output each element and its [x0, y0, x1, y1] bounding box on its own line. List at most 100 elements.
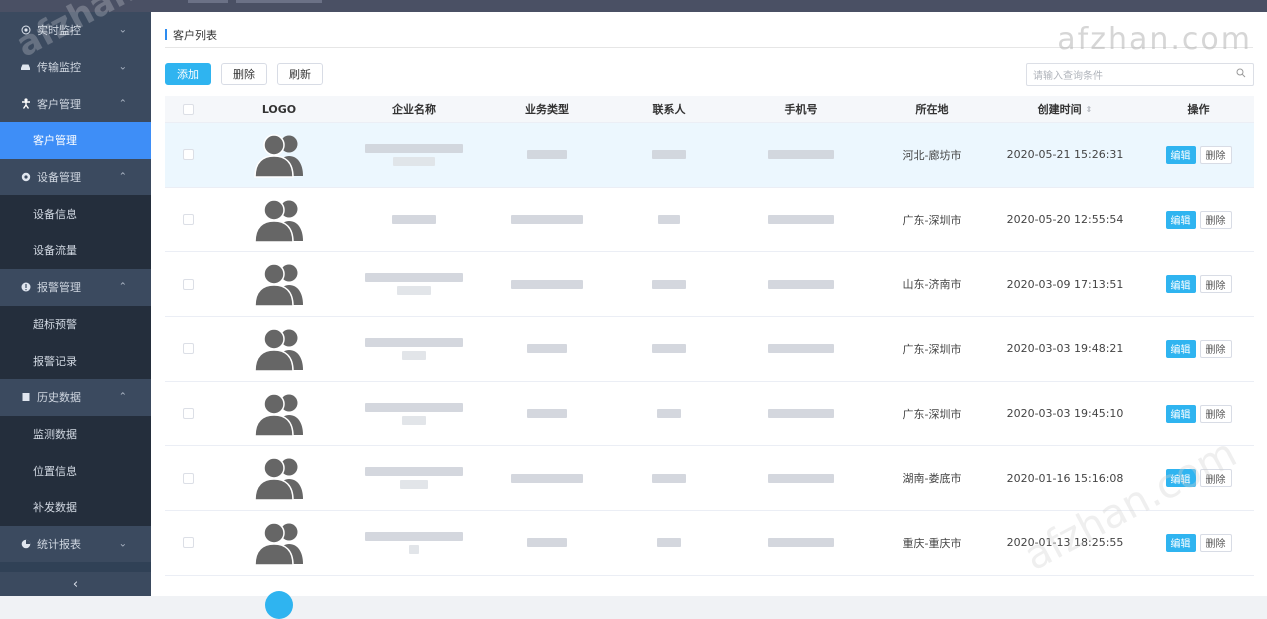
sort-icon[interactable]: ⇕ [1086, 105, 1093, 114]
sidebar-item[interactable]: 超标预警 [0, 305, 151, 343]
sidebar-group-6[interactable]: 统计报表 ⌄ [0, 525, 151, 563]
redacted-text [768, 344, 834, 354]
row-actions: 编辑 删除 [1143, 210, 1254, 229]
table-row[interactable]: 广东-深圳市 2020-03-03 19:48:21 编辑 删除 [165, 317, 1254, 382]
redacted-text [768, 150, 834, 160]
row-actions: 编辑 删除 [1143, 469, 1254, 488]
chevron-icon: ⌄ [118, 538, 127, 550]
business-type [481, 278, 613, 291]
sidebar-item[interactable]: 报警记录 [0, 342, 151, 379]
edit-button[interactable]: 编辑 [1165, 339, 1196, 358]
redacted-text [768, 215, 834, 225]
logo-avatar-icon [211, 132, 347, 178]
header-created[interactable]: 创建时间 ⇕ [987, 101, 1143, 117]
table-row[interactable]: 广东-深圳市 2020-05-20 12:55:54 编辑 删除 [165, 187, 1254, 253]
delete-row-button[interactable]: 删除 [1199, 275, 1232, 294]
redacted-text [392, 215, 436, 225]
delete-row-button[interactable]: 删除 [1199, 145, 1232, 164]
sidebar-group-label: 历史数据 [37, 391, 81, 405]
edit-button[interactable]: 编辑 [1165, 404, 1196, 423]
top-tab[interactable] [236, 0, 322, 3]
target-icon [20, 25, 31, 36]
row-checkbox[interactable] [182, 149, 194, 161]
redacted-text [365, 531, 463, 541]
sidebar-item[interactable]: 设备流量 [0, 232, 151, 269]
row-actions: 编辑 删除 [1143, 533, 1254, 552]
phone-number [725, 213, 877, 226]
add-button[interactable]: 添加 [165, 63, 211, 85]
contact-person [613, 536, 725, 549]
row-checkbox[interactable] [182, 408, 194, 420]
row-checkbox[interactable] [182, 278, 194, 290]
created-time: 2020-01-16 15:16:08 [1006, 471, 1124, 485]
sidebar-group-4[interactable]: 报警管理 ⌃ [0, 268, 151, 306]
logo-avatar-icon [211, 326, 347, 372]
edit-button[interactable]: 编辑 [1165, 145, 1196, 164]
collapse-sidebar-button[interactable]: ‹ [0, 572, 151, 596]
top-tab[interactable] [188, 0, 228, 3]
redacted-text [652, 344, 686, 354]
created-time: 2020-01-13 18:25:55 [1006, 536, 1124, 550]
sidebar-item[interactable]: 位置信息 [0, 452, 151, 489]
sidebar-group-5[interactable]: 历史数据 ⌃ [0, 378, 151, 416]
logo-avatar-icon [211, 391, 347, 437]
redacted-text [768, 279, 834, 289]
redacted-text [409, 544, 419, 554]
redacted-text [402, 415, 426, 425]
alert-icon [20, 282, 31, 293]
search-placeholder: 请输入查询条件 [1033, 71, 1103, 82]
avatar [265, 591, 293, 619]
sidebar-item[interactable]: 客户管理 [0, 122, 151, 159]
created-time: 2020-05-20 12:55:54 [1006, 213, 1124, 227]
edit-button[interactable]: 编辑 [1165, 275, 1196, 294]
contact-person [613, 342, 725, 355]
redacted-text [768, 409, 834, 419]
contact-person [613, 407, 725, 420]
delete-row-button[interactable]: 删除 [1199, 469, 1232, 488]
delete-row-button[interactable]: 删除 [1199, 339, 1232, 358]
sidebar-group-0[interactable]: 实时监控 ⌄ [0, 12, 151, 49]
edit-button[interactable]: 编辑 [1165, 469, 1196, 488]
chevron-icon: ⌃ [118, 98, 127, 110]
sidebar-group-label: 客户管理 [37, 97, 81, 111]
row-checkbox[interactable] [182, 214, 194, 226]
edit-button[interactable]: 编辑 [1165, 533, 1196, 552]
company-name [347, 213, 481, 226]
contact-person [613, 148, 725, 161]
book-icon [20, 392, 31, 403]
delete-row-button[interactable]: 删除 [1199, 210, 1232, 229]
sidebar-group-1[interactable]: 传输监控 ⌄ [0, 48, 151, 86]
sidebar-item[interactable]: 补发数据 [0, 488, 151, 526]
delete-row-button[interactable]: 删除 [1199, 404, 1232, 423]
search-icon[interactable] [1236, 68, 1246, 78]
table-row[interactable]: 重庆-重庆市 2020-01-13 18:25:55 编辑 删除 [165, 511, 1254, 576]
header-created-label: 创建时间 [1037, 103, 1082, 116]
business-type [481, 407, 613, 420]
sidebar-group-2[interactable]: 客户管理 ⌃ [0, 85, 151, 123]
edit-button[interactable]: 编辑 [1165, 210, 1196, 229]
refresh-button[interactable]: 刷新 [277, 63, 323, 85]
delete-button[interactable]: 删除 [221, 63, 267, 85]
top-bar [0, 0, 1267, 12]
table-row[interactable]: 山东-济南市 2020-03-09 17:13:51 编辑 删除 [165, 252, 1254, 318]
phone-number [725, 407, 877, 420]
location: 河北-廊坊市 [902, 148, 962, 162]
table-row[interactable]: 广东-深圳市 2020-03-03 19:45:10 编辑 删除 [165, 381, 1254, 447]
search-input[interactable]: 请输入查询条件 [1026, 63, 1254, 86]
sidebar-item[interactable]: 监测数据 [0, 415, 151, 453]
location: 山东-济南市 [902, 278, 962, 292]
row-checkbox[interactable] [182, 472, 194, 484]
sidebar-group-3[interactable]: 设备管理 ⌃ [0, 158, 151, 196]
select-all-checkbox[interactable] [182, 103, 194, 115]
table-row[interactable]: 湖南-娄底市 2020-01-16 15:16:08 编辑 删除 [165, 446, 1254, 512]
sidebar-item[interactable]: 设备信息 [0, 195, 151, 233]
redacted-text [393, 156, 435, 166]
delete-row-button[interactable]: 删除 [1199, 533, 1232, 552]
row-checkbox[interactable] [182, 537, 194, 549]
table-row[interactable]: 河北-廊坊市 2020-05-21 15:26:31 编辑 删除 [165, 123, 1254, 188]
contact-person [613, 472, 725, 485]
row-checkbox[interactable] [182, 343, 194, 355]
location: 广东-深圳市 [902, 407, 962, 421]
business-type [481, 536, 613, 549]
location: 重庆-重庆市 [902, 536, 962, 550]
